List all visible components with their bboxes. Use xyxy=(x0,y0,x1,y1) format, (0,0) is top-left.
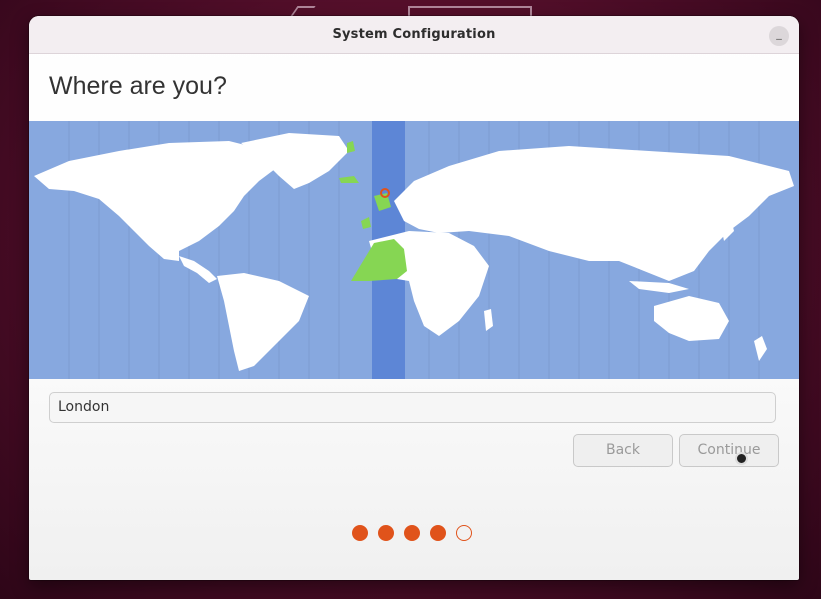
timezone-map[interactable] xyxy=(29,121,799,379)
mouse-cursor-icon xyxy=(735,452,748,465)
page-title: Where are you? xyxy=(49,72,227,100)
progress-dot-3 xyxy=(404,525,420,541)
progress-dot-2 xyxy=(378,525,394,541)
continue-button[interactable]: Continue xyxy=(679,434,779,467)
world-map-graphic xyxy=(34,121,794,379)
location-input[interactable] xyxy=(49,392,776,423)
progress-dot-5 xyxy=(456,525,472,541)
titlebar: System Configuration _ xyxy=(29,16,799,54)
progress-dot-1 xyxy=(352,525,368,541)
system-configuration-window: System Configuration _ Where are you? Lo… xyxy=(29,16,799,580)
back-button[interactable]: Back xyxy=(573,434,673,467)
window-title: System Configuration xyxy=(332,27,496,42)
minimize-button[interactable]: _ xyxy=(769,26,789,46)
progress-dots xyxy=(352,525,472,541)
progress-dot-4 xyxy=(430,525,446,541)
